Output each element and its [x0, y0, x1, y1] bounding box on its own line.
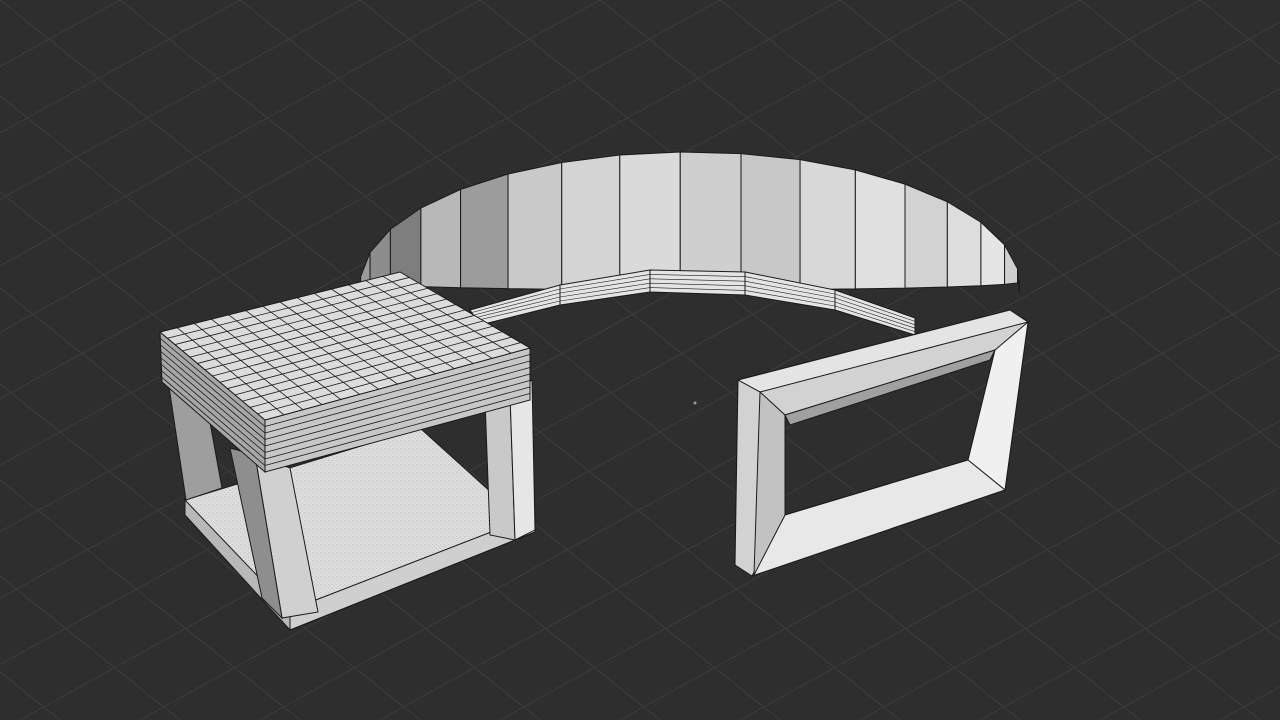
- wall-panel: [946, 200, 982, 288]
- grid-line: [1099, 619, 1280, 720]
- wall-panel: [619, 151, 681, 291]
- 3d-viewport[interactable]: [0, 0, 1280, 720]
- wall-panel: [980, 221, 1006, 287]
- grid-line: [0, 671, 61, 720]
- table-mesh[interactable]: [158, 271, 536, 632]
- scene-origin-marker: [693, 401, 697, 405]
- wall-panel: [420, 188, 462, 289]
- wall-panel: [904, 183, 948, 289]
- wall-panel: [561, 154, 621, 291]
- grid-line: [1079, 0, 1280, 161]
- wall-panel: [799, 159, 856, 291]
- wall-panel: [460, 173, 509, 290]
- wall-panel: [1017, 268, 1020, 294]
- wall-panel: [1004, 244, 1019, 285]
- wall-panel: [507, 161, 563, 290]
- wall-panel: [679, 151, 742, 291]
- grid-line: [0, 0, 121, 68]
- wall-panel: [854, 169, 906, 290]
- rectangular-frame-mesh[interactable]: [734, 309, 1030, 577]
- wall-panel: [740, 153, 801, 291]
- viewport-canvas[interactable]: [0, 0, 1280, 720]
- grid-line: [1199, 0, 1280, 65]
- grid-line: [979, 553, 1280, 720]
- wall-base-segment: [649, 269, 746, 296]
- frame-inner-bottom: [750, 459, 1007, 577]
